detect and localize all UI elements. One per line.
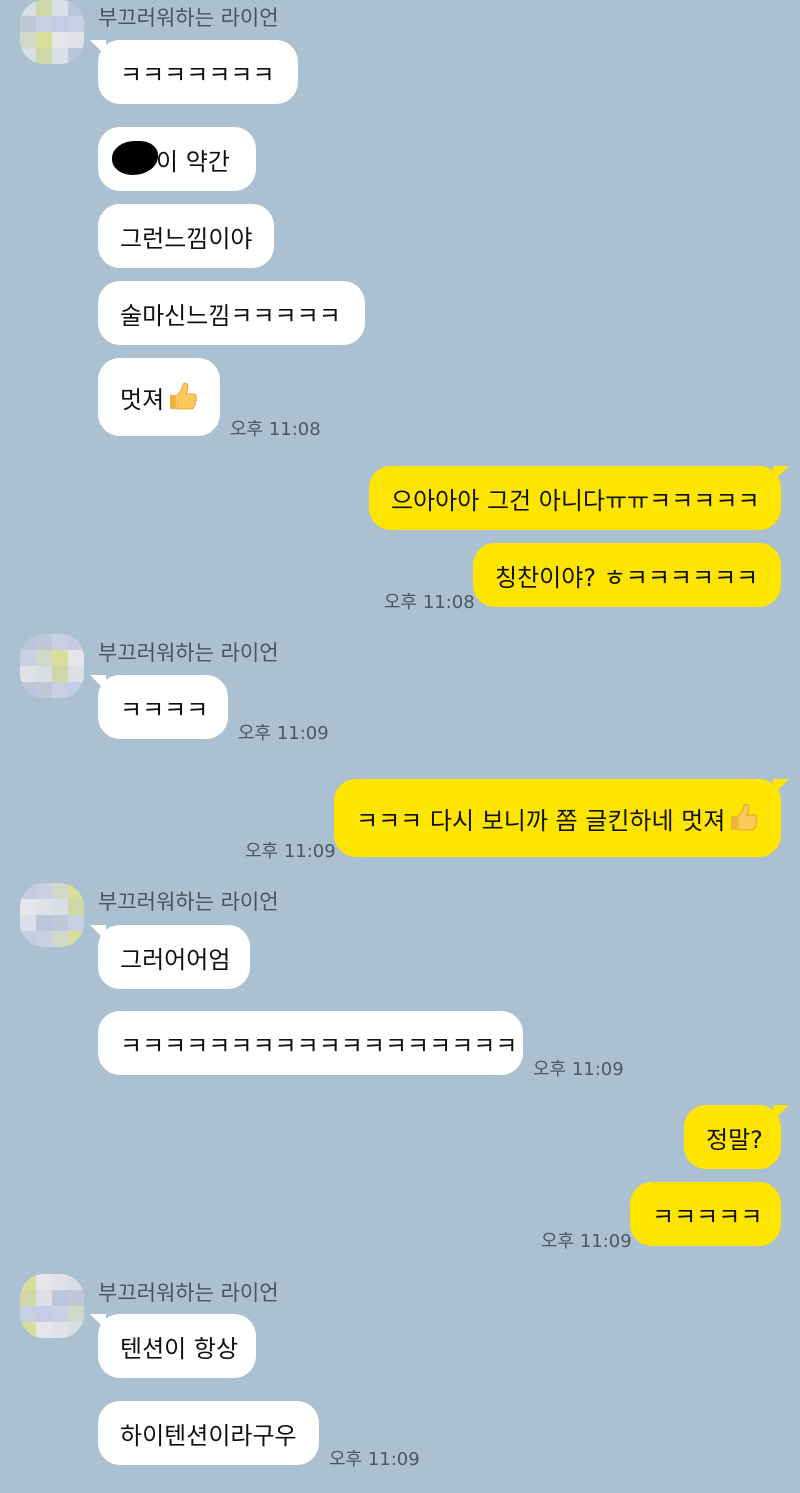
- message-text: 술마신느낌ㅋㅋㅋㅋㅋ: [120, 301, 341, 330]
- message-bubble-incoming[interactable]: ㅋㅋㅋㅋㅋㅋㅋ: [90, 40, 298, 104]
- message-timestamp: 오후 11:08: [384, 592, 475, 613]
- message-text: ㅋㅋㅋㅋㅋㅋㅋㅋㅋㅋㅋㅋㅋㅋㅋㅋㅋㅋ: [120, 1031, 518, 1060]
- message-bubble-incoming[interactable]: 하이텐션이라구우: [98, 1401, 319, 1465]
- message-text: 텐션이 항상: [120, 1334, 239, 1363]
- bubble-tail: [90, 1314, 106, 1330]
- sender-avatar[interactable]: [20, 0, 84, 64]
- sender-name: 부끄러워하는 라이언: [98, 1281, 279, 1305]
- bubble-tail: [90, 675, 106, 691]
- message-text: 그런느낌이야: [120, 224, 253, 253]
- message-text: 칭찬이야? ㅎㅋㅋㅋㅋㅋㅋ: [495, 563, 759, 592]
- message-bubble-incoming[interactable]: ㅋㅋㅋㅋ: [90, 675, 228, 739]
- message-timestamp: 오후 11:09: [533, 1059, 624, 1080]
- message-bubble-incoming[interactable]: 이 약간: [98, 127, 256, 191]
- message-bubble-outgoing[interactable]: ㅋㅋㅋ 다시 보니까 쫌 글킨하네 멋져: [334, 779, 789, 857]
- message-timestamp: 오후 11:09: [245, 841, 336, 862]
- message-text: 이 약간: [156, 147, 230, 176]
- sender-avatar[interactable]: [20, 634, 84, 698]
- message-bubble-incoming[interactable]: 그러어어엄: [90, 925, 250, 989]
- message-bubble-incoming[interactable]: 술마신느낌ㅋㅋㅋㅋㅋ: [98, 281, 365, 345]
- message-text: ㅋㅋㅋㅋㅋ: [652, 1202, 763, 1231]
- sender-avatar[interactable]: [20, 1274, 84, 1338]
- bubble-tail: [90, 925, 106, 941]
- message-text: 정말?: [706, 1125, 763, 1154]
- message-bubble-incoming[interactable]: 멋져: [98, 358, 220, 436]
- bubble-tail: [773, 1105, 789, 1121]
- thumbs-up-icon: [170, 382, 198, 410]
- message-bubble-outgoing[interactable]: 정말?: [684, 1105, 789, 1169]
- message-timestamp: 오후 11:09: [541, 1231, 632, 1252]
- message-text: 하이텐션이라구우: [120, 1421, 297, 1450]
- bubble-tail: [773, 466, 789, 482]
- sender-avatar[interactable]: [20, 883, 84, 947]
- message-bubble-outgoing[interactable]: 으아아아 그건 아니다ㅠㅠㅋㅋㅋㅋㅋ: [369, 466, 789, 530]
- message-bubble-incoming[interactable]: ㅋㅋㅋㅋㅋㅋㅋㅋㅋㅋㅋㅋㅋㅋㅋㅋㅋㅋ: [98, 1011, 523, 1075]
- message-bubble-incoming[interactable]: 그런느낌이야: [98, 204, 274, 268]
- sender-name: 부끄러워하는 라이언: [98, 890, 279, 914]
- message-timestamp: 오후 11:09: [238, 723, 329, 744]
- message-text: 으아아아 그건 아니다ㅠㅠㅋㅋㅋㅋㅋ: [391, 486, 760, 515]
- message-bubble-outgoing[interactable]: 칭찬이야? ㅎㅋㅋㅋㅋㅋㅋ: [473, 543, 781, 607]
- sender-name: 부끄러워하는 라이언: [98, 6, 279, 30]
- message-text: ㅋㅋㅋ 다시 보니까 쫌 글킨하네 멋져: [356, 806, 726, 835]
- bubble-tail: [90, 40, 106, 56]
- message-timestamp: 오후 11:08: [230, 419, 321, 440]
- message-bubble-outgoing[interactable]: ㅋㅋㅋㅋㅋ: [630, 1182, 781, 1246]
- message-bubble-incoming[interactable]: 텐션이 항상: [90, 1314, 256, 1378]
- redacted-text-blot: [112, 141, 158, 175]
- thumbs-up-icon: [731, 803, 759, 831]
- bubble-tail: [773, 779, 789, 795]
- sender-name: 부끄러워하는 라이언: [98, 641, 279, 665]
- message-text: 그러어어엄: [120, 945, 231, 974]
- message-text: 멋져: [120, 385, 165, 414]
- message-text: ㅋㅋㅋㅋ: [120, 695, 209, 724]
- message-text: ㅋㅋㅋㅋㅋㅋㅋ: [120, 60, 275, 89]
- message-timestamp: 오후 11:09: [329, 1449, 420, 1470]
